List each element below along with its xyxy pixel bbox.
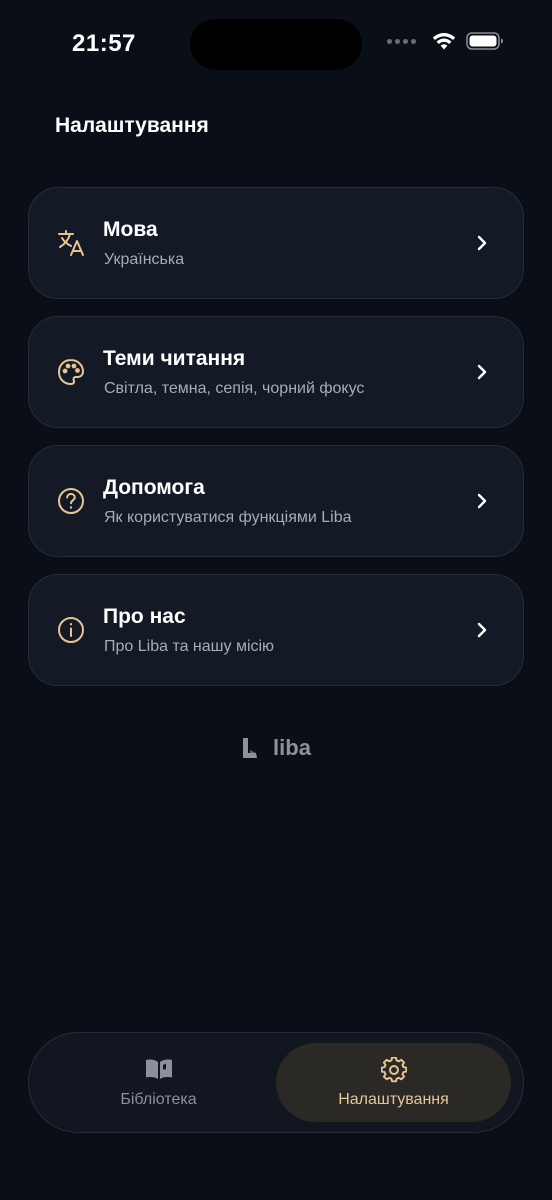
settings-item-subtitle: Як користуватися функціями Liba [104, 509, 352, 526]
info-circle-icon [56, 615, 86, 645]
brand-logo: liba [0, 735, 552, 761]
tab-label: Бібліотека [120, 1091, 197, 1108]
tab-label: Налаштування [338, 1091, 449, 1108]
chevron-right-icon [477, 493, 487, 509]
settings-list: Мова Українська Теми читання Світла, тем… [28, 187, 524, 703]
brand-name: liba [273, 735, 311, 760]
battery-icon [466, 32, 503, 50]
book-open-icon [41, 1057, 276, 1081]
liba-logo-icon [243, 738, 258, 758]
chevron-right-icon [477, 235, 487, 251]
status-time: 21:57 [72, 30, 136, 57]
dynamic-island [190, 19, 362, 70]
status-bar: 21:57 [0, 0, 552, 90]
settings-item-about[interactable]: Про нас Про Liba та нашу місію [28, 574, 524, 686]
help-circle-icon [56, 486, 86, 516]
settings-item-title: Про нас [103, 605, 186, 628]
settings-item-help[interactable]: Допомога Як користуватися функціями Liba [28, 445, 524, 557]
chevron-right-icon [477, 364, 487, 380]
tab-settings[interactable]: Налаштування [276, 1043, 511, 1122]
settings-item-reading-themes[interactable]: Теми читання Світла, темна, сепія, чорни… [28, 316, 524, 428]
chevron-right-icon [477, 622, 487, 638]
settings-item-title: Допомога [103, 476, 205, 499]
status-icons [387, 32, 504, 50]
translate-icon [56, 228, 86, 258]
settings-item-subtitle: Світла, темна, сепія, чорний фокус [104, 380, 365, 397]
wifi-icon [432, 33, 456, 50]
settings-item-subtitle: Про Liba та нашу місію [104, 638, 275, 655]
tab-library[interactable]: Бібліотека [41, 1043, 276, 1122]
page-title: Налаштування [55, 114, 209, 137]
palette-icon [56, 357, 86, 387]
gear-icon [276, 1057, 511, 1083]
settings-item-language[interactable]: Мова Українська [28, 187, 524, 299]
settings-item-subtitle: Українська [104, 251, 185, 268]
settings-item-title: Мова [103, 218, 158, 241]
settings-item-title: Теми читання [103, 347, 246, 370]
cellular-signal-icon [387, 38, 416, 44]
bottom-tab-bar: Бібліотека Налаштування [28, 1032, 524, 1133]
